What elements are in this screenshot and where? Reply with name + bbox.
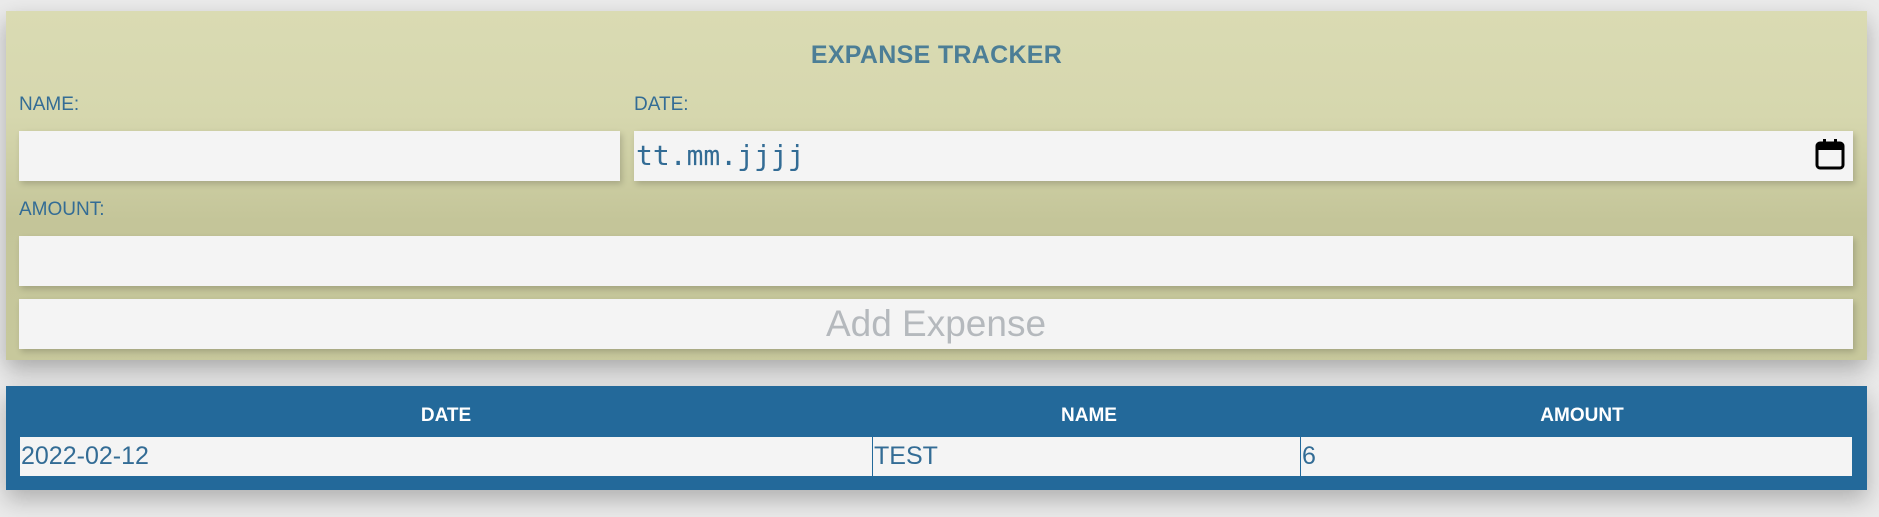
cell-date: 2022-02-12	[21, 442, 149, 470]
date-input[interactable]: tt.mm.jjjj	[634, 131, 1853, 181]
cell-amount: 6	[1302, 442, 1316, 470]
page-title: EXPANSE TRACKER	[810, 41, 1063, 69]
cell-name: TEST	[874, 442, 938, 470]
name-input[interactable]	[19, 131, 620, 181]
calendar-icon[interactable]	[1815, 138, 1845, 170]
date-label: DATE:	[634, 94, 689, 115]
amount-input[interactable]	[19, 236, 1853, 286]
name-label: NAME:	[19, 94, 80, 115]
date-placeholder: tt.mm.jjjj	[636, 139, 805, 172]
column-header-amount: AMOUNT	[1540, 405, 1624, 426]
amount-label: AMOUNT:	[19, 199, 105, 220]
expense-form: EXPANSE TRACKER NAME: DATE: tt.mm.jjjj A…	[6, 11, 1867, 360]
expense-table: DATE NAME AMOUNT 2022-02-12 TEST 6	[6, 386, 1867, 490]
column-header-name: NAME	[1061, 405, 1117, 426]
column-header-date: DATE	[420, 405, 472, 426]
add-expense-button[interactable]: Add Expense	[19, 299, 1853, 349]
table-row: 2022-02-12 TEST 6	[20, 437, 1852, 476]
